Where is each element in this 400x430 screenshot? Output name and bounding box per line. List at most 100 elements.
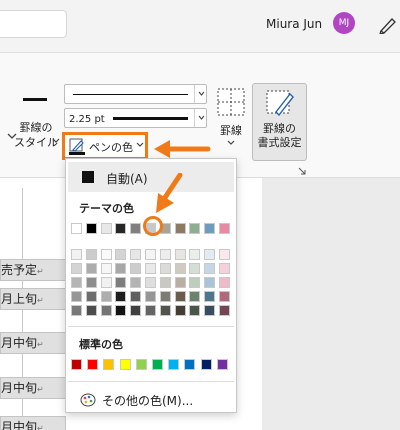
standard-color-swatch[interactable] [216, 359, 228, 370]
theme-shade-swatch[interactable] [159, 249, 171, 260]
theme-shade-swatch[interactable] [145, 249, 156, 260]
theme-shade-swatch[interactable] [100, 249, 112, 260]
theme-shade-swatch[interactable] [174, 291, 186, 302]
theme-shade-swatch[interactable] [71, 263, 82, 274]
table-cell[interactable]: 売予定↵ [0, 259, 66, 281]
more-colors-option[interactable]: その他の色(M)... [78, 391, 228, 409]
theme-shade-swatch[interactable] [145, 263, 156, 274]
theme-shade-swatch[interactable] [100, 277, 112, 288]
theme-shade-swatch[interactable] [204, 277, 216, 288]
theme-shade-swatch[interactable] [189, 249, 201, 260]
theme-shade-swatch[interactable] [85, 263, 97, 274]
theme-color-swatch[interactable] [174, 223, 186, 234]
standard-color-swatch[interactable] [119, 359, 131, 370]
automatic-color-option[interactable]: 自動(A) [68, 162, 234, 192]
theme-shade-swatch[interactable] [85, 291, 97, 302]
theme-shade-swatch[interactable] [71, 277, 82, 288]
standard-color-swatch[interactable] [200, 359, 212, 370]
automatic-label: 自動(A) [106, 172, 148, 186]
theme-shade-swatch[interactable] [115, 277, 127, 288]
standard-color-swatch[interactable] [152, 359, 163, 370]
theme-shade-swatch[interactable] [219, 249, 230, 260]
table-cell[interactable]: 月中旬↵ [0, 377, 66, 399]
theme-shade-swatch[interactable] [219, 263, 230, 274]
theme-shade-swatch[interactable] [130, 291, 142, 302]
standard-color-swatch[interactable] [135, 359, 147, 370]
theme-shade-swatch[interactable] [219, 277, 230, 288]
theme-shade-swatch[interactable] [204, 305, 216, 316]
theme-shade-swatch[interactable] [71, 291, 82, 302]
theme-shade-swatch[interactable] [204, 263, 216, 274]
search-box[interactable] [0, 10, 67, 38]
standard-color-swatch[interactable] [184, 359, 196, 370]
line-weight-dropdown[interactable]: 2.25 pt [64, 108, 207, 128]
theme-shade-swatch[interactable] [100, 291, 112, 302]
theme-shade-swatch[interactable] [189, 277, 201, 288]
theme-color-swatch[interactable] [130, 223, 142, 234]
pen-icon[interactable] [377, 14, 399, 34]
theme-shade-swatch[interactable] [130, 263, 142, 274]
pen-color-button[interactable]: ペンの色 [62, 132, 148, 160]
border-format-button[interactable]: 罫線の 書式設定 [252, 83, 307, 161]
selection-highlight [143, 216, 163, 236]
theme-shade-swatch[interactable] [174, 305, 186, 316]
theme-shade-swatch[interactable] [130, 277, 142, 288]
theme-shade-swatch[interactable] [174, 263, 186, 274]
theme-shade-swatch[interactable] [145, 291, 156, 302]
theme-color-swatch[interactable] [71, 223, 82, 234]
more-colors-label: その他の色(M)... [102, 394, 194, 408]
theme-shade-swatch[interactable] [115, 249, 127, 260]
table-cell[interactable]: 月中旬↵ [0, 332, 66, 354]
theme-shade-swatch[interactable] [100, 263, 112, 274]
theme-shade-swatch[interactable] [174, 249, 186, 260]
border-style-label-1: 罫線の [19, 121, 53, 134]
theme-shade-swatch[interactable] [189, 263, 201, 274]
theme-color-swatch[interactable] [189, 223, 201, 234]
standard-color-swatch[interactable] [71, 359, 82, 370]
theme-shade-swatch[interactable] [219, 305, 230, 316]
theme-shade-swatch[interactable] [85, 305, 97, 316]
theme-shade-swatch[interactable] [159, 305, 171, 316]
theme-shade-swatch[interactable] [145, 305, 156, 316]
theme-shade-swatch[interactable] [174, 277, 186, 288]
theme-shade-swatch[interactable] [71, 305, 82, 316]
borders-label: 罫線 [220, 124, 242, 137]
theme-shade-swatch[interactable] [159, 263, 171, 274]
standard-color-swatch[interactable] [87, 359, 99, 370]
theme-shade-swatch[interactable] [115, 291, 127, 302]
theme-shade-swatch[interactable] [159, 277, 171, 288]
border-format-icon [266, 90, 294, 117]
palette-icon [80, 393, 96, 407]
theme-shade-swatch[interactable] [204, 291, 216, 302]
theme-shade-swatch[interactable] [219, 291, 230, 302]
theme-shade-swatch[interactable] [130, 249, 142, 260]
standard-color-swatch[interactable] [103, 359, 115, 370]
standard-color-swatch[interactable] [168, 359, 180, 370]
theme-color-swatch[interactable] [219, 223, 230, 234]
theme-color-swatch[interactable] [100, 223, 112, 234]
theme-shade-swatch[interactable] [189, 305, 201, 316]
theme-shade-swatch[interactable] [204, 249, 216, 260]
border-format-label-1: 罫線の [263, 122, 296, 135]
table-cell[interactable]: 月上旬↵ [0, 288, 66, 310]
table-cell[interactable]: 月中旬↵ [0, 416, 66, 430]
theme-shade-swatch[interactable] [145, 277, 156, 288]
theme-shade-swatch[interactable] [189, 291, 201, 302]
theme-color-swatch[interactable] [204, 223, 216, 234]
theme-shade-swatch[interactable] [85, 249, 97, 260]
borders-button[interactable]: 罫線 [216, 88, 246, 148]
theme-shade-swatch[interactable] [115, 305, 127, 316]
theme-shade-swatch[interactable] [71, 249, 82, 260]
theme-shade-swatch[interactable] [130, 305, 142, 316]
dialog-launcher-icon[interactable] [298, 167, 306, 175]
callout-arrow-down [156, 173, 183, 213]
theme-shade-swatch[interactable] [85, 277, 97, 288]
line-style-dropdown[interactable] [64, 84, 207, 104]
theme-shade-swatch[interactable] [100, 305, 112, 316]
avatar[interactable]: MJ [333, 12, 355, 34]
border-style-button[interactable]: 罫線の スタイル [10, 94, 62, 154]
theme-shade-swatch[interactable] [115, 263, 127, 274]
theme-color-swatch[interactable] [85, 223, 97, 234]
theme-color-swatch[interactable] [115, 223, 127, 234]
theme-shade-swatch[interactable] [159, 291, 171, 302]
